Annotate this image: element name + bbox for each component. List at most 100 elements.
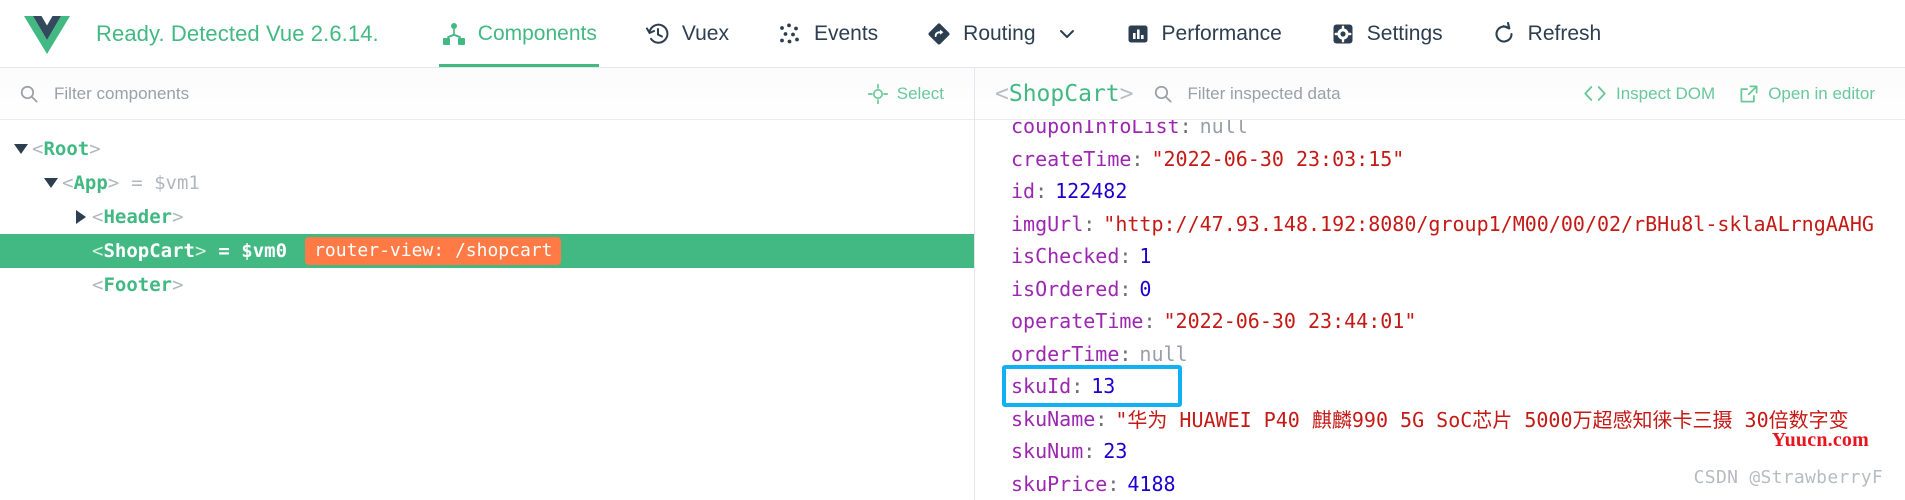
- data-colon: :: [1179, 120, 1192, 139]
- components-tree-icon: [441, 21, 467, 47]
- data-value: 23: [1103, 439, 1128, 464]
- inspected-data-pane: <ShopCart> Inspect DOM: [975, 68, 1905, 500]
- watermark-gray: CSDN @StrawberryF: [1693, 467, 1883, 488]
- inspected-component-name: <ShopCart>: [995, 80, 1134, 107]
- tree-node-app[interactable]: <App> = $vm1: [0, 166, 974, 200]
- inspect-dom-button[interactable]: Inspect DOM: [1571, 84, 1727, 104]
- toolbar-tabs: Components Vuex Events Routing Performan…: [417, 0, 1905, 67]
- tab-components[interactable]: Components: [417, 0, 621, 67]
- data-colon: :: [1119, 244, 1132, 269]
- tab-routing[interactable]: Routing: [902, 0, 1100, 67]
- tab-label-vuex: Vuex: [681, 22, 729, 45]
- tab-performance[interactable]: Performance: [1101, 0, 1306, 67]
- data-key: id: [1011, 179, 1036, 204]
- data-row-couponInfoList[interactable]: couponInfoList: null: [1011, 120, 1905, 143]
- data-colon: :: [1107, 471, 1120, 496]
- caret-down-icon[interactable]: [10, 144, 32, 154]
- tab-label-performance: Performance: [1161, 22, 1282, 45]
- data-row-imgUrl[interactable]: imgUrl: "http://47.93.148.192:8080/group1…: [1011, 208, 1905, 241]
- tree-node-tag: <Root>: [32, 138, 101, 160]
- select-button[interactable]: Select: [856, 83, 956, 104]
- routing-diamond-icon: [926, 21, 952, 47]
- router-view-badge: router-view: /shopcart: [305, 237, 562, 265]
- data-key: skuPrice: [1011, 471, 1108, 496]
- open-in-editor-label: Open in editor: [1768, 83, 1875, 103]
- code-brackets-icon: [1583, 84, 1607, 103]
- refresh-icon: [1491, 21, 1517, 47]
- brand-area: Ready. Detected Vue 2.6.14.: [0, 0, 379, 67]
- status-text: Ready. Detected Vue 2.6.14.: [96, 20, 379, 46]
- data-row-orderTime[interactable]: orderTime: null: [1011, 338, 1905, 371]
- data-value: "http://47.93.148.192:8080/group1/M00/00…: [1103, 211, 1874, 236]
- tab-label-components: Components: [477, 22, 597, 45]
- data-row-createTime[interactable]: createTime: "2022-06-30 23:03:15": [1011, 143, 1905, 176]
- watermark-red: Yuucn.com: [1771, 429, 1869, 451]
- data-key: skuNum: [1011, 439, 1084, 464]
- top-toolbar: Ready. Detected Vue 2.6.14. Components V…: [0, 0, 1905, 68]
- data-key: createTime: [1011, 146, 1132, 171]
- data-key: isOrdered: [1011, 276, 1120, 301]
- caret-right-icon[interactable]: [70, 210, 92, 224]
- data-colon: :: [1119, 276, 1132, 301]
- select-button-label: Select: [896, 83, 944, 103]
- data-value: 1: [1139, 244, 1152, 269]
- data-row-isChecked[interactable]: isChecked:1: [1011, 240, 1905, 273]
- tab-label-refresh: Refresh: [1527, 22, 1602, 45]
- data-colon: :: [1035, 179, 1048, 204]
- data-colon: :: [1083, 211, 1096, 236]
- data-value: "华为 HUAWEI P40 麒麟990 5G SoC芯片 5000万超感知徕卡…: [1115, 408, 1849, 433]
- data-colon: :: [1143, 309, 1156, 334]
- data-value: 13: [1091, 374, 1116, 399]
- events-dots-icon: [777, 21, 803, 47]
- components-pane: Select <Root> <App> = $vm1 <Header> <ShopCar…: [0, 68, 975, 500]
- data-colon: :: [1083, 439, 1096, 464]
- tab-vuex[interactable]: Vuex: [621, 0, 753, 67]
- filter-components-input[interactable]: [54, 68, 856, 119]
- tree-node-tag: <App>: [62, 172, 120, 194]
- inspect-dom-label: Inspect DOM: [1616, 83, 1716, 103]
- data-colon: :: [1119, 341, 1132, 366]
- data-value: "2022-06-30 23:44:01": [1163, 309, 1417, 334]
- filter-inspected-data-input[interactable]: [1187, 68, 1571, 119]
- tree-node-vm-ref: = $vm1: [131, 172, 200, 194]
- components-filter-bar: Select: [0, 68, 974, 120]
- tree-node-shopcart[interactable]: <ShopCart> = $vm0 router-view: /shopcart: [0, 234, 974, 268]
- data-key: isChecked: [1011, 244, 1120, 269]
- data-row-isOrdered[interactable]: isOrdered:0: [1011, 273, 1905, 306]
- inspected-data-header: <ShopCart> Inspect DOM: [975, 68, 1905, 120]
- tree-node-tag: <Header>: [92, 206, 184, 228]
- open-in-editor-button[interactable]: Open in editor: [1727, 84, 1887, 104]
- tab-events[interactable]: Events: [753, 0, 902, 67]
- tab-label-settings: Settings: [1366, 22, 1443, 45]
- component-tree: <Root> <App> = $vm1 <Header> <ShopCart> = $vm…: [0, 120, 974, 500]
- data-key: imgUrl: [1011, 211, 1084, 236]
- main-body: Select <Root> <App> = $vm1 <Header> <ShopCar…: [0, 68, 1905, 500]
- tree-node-header[interactable]: <Header>: [0, 200, 974, 234]
- data-key: orderTime: [1011, 341, 1120, 366]
- tab-settings[interactable]: Settings: [1306, 0, 1467, 67]
- data-key: operateTime: [1011, 309, 1144, 334]
- data-row-id[interactable]: id:122482: [1011, 175, 1905, 208]
- crosshair-target-icon: [867, 83, 888, 104]
- tree-node-tag: <Footer>: [92, 274, 184, 296]
- data-key: skuName: [1011, 406, 1096, 431]
- chevron-down-icon[interactable]: [1057, 24, 1077, 44]
- data-value: null: [1199, 120, 1248, 139]
- tree-node-root[interactable]: <Root>: [0, 132, 974, 166]
- data-key: skuId: [1011, 374, 1072, 399]
- data-colon: :: [1071, 374, 1084, 399]
- tree-node-tag: <ShopCart>: [92, 240, 207, 262]
- data-value: null: [1139, 341, 1188, 366]
- data-value: "2022-06-30 23:03:15": [1151, 146, 1405, 171]
- caret-down-icon[interactable]: [40, 178, 62, 188]
- history-clock-icon: [645, 21, 671, 47]
- search-icon: [1152, 84, 1174, 104]
- data-row-skuId[interactable]: skuId:13: [1011, 370, 1905, 403]
- data-value: 122482: [1055, 179, 1128, 204]
- data-value: 0: [1139, 276, 1152, 301]
- bar-chart-icon: [1125, 21, 1151, 47]
- data-row-operateTime[interactable]: operateTime: "2022-06-30 23:44:01": [1011, 305, 1905, 338]
- inspected-data-list[interactable]: couponInfoList: null createTime: "2022-06-3…: [975, 120, 1905, 500]
- tab-refresh[interactable]: Refresh: [1467, 0, 1626, 67]
- tree-node-footer[interactable]: <Footer>: [0, 268, 974, 302]
